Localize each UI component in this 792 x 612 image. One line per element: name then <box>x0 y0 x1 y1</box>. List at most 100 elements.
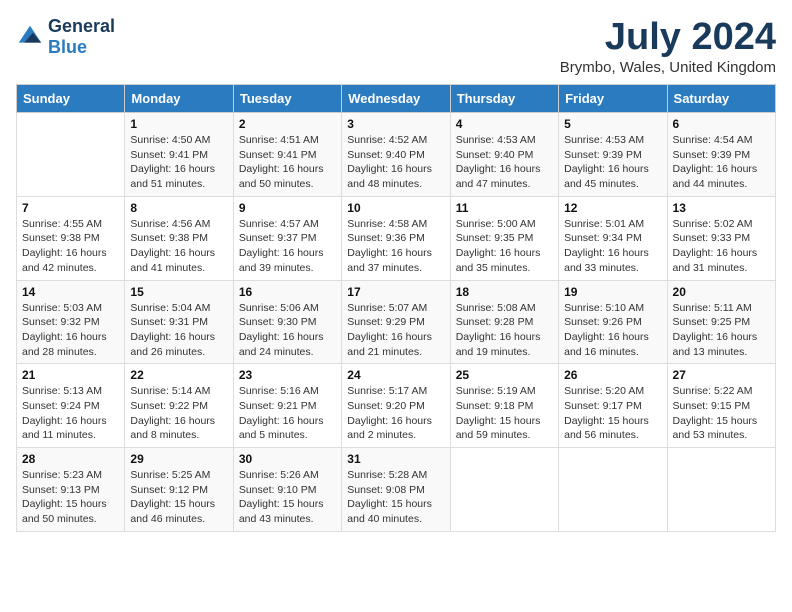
calendar-cell: 23 Sunrise: 5:16 AM Sunset: 9:21 PM Dayli… <box>233 364 341 448</box>
weekday-saturday: Saturday <box>667 85 775 113</box>
calendar-cell <box>17 113 125 197</box>
calendar-table: SundayMondayTuesdayWednesdayThursdayFrid… <box>16 84 776 532</box>
weekday-friday: Friday <box>559 85 667 113</box>
day-number: 2 <box>239 117 336 131</box>
weekday-header-row: SundayMondayTuesdayWednesdayThursdayFrid… <box>17 85 776 113</box>
weekday-wednesday: Wednesday <box>342 85 450 113</box>
calendar-cell: 2 Sunrise: 4:51 AM Sunset: 9:41 PM Daylig… <box>233 113 341 197</box>
calendar-cell: 20 Sunrise: 5:11 AM Sunset: 9:25 PM Dayli… <box>667 280 775 364</box>
day-number: 14 <box>22 285 119 299</box>
day-number: 21 <box>22 368 119 382</box>
day-number: 13 <box>673 201 770 215</box>
day-number: 16 <box>239 285 336 299</box>
day-number: 22 <box>130 368 227 382</box>
day-number: 25 <box>456 368 553 382</box>
day-number: 15 <box>130 285 227 299</box>
day-info: Sunrise: 5:16 AM Sunset: 9:21 PM Dayligh… <box>239 384 336 443</box>
logo-icon <box>16 23 44 51</box>
day-info: Sunrise: 5:06 AM Sunset: 9:30 PM Dayligh… <box>239 301 336 360</box>
calendar-week-row: 1 Sunrise: 4:50 AM Sunset: 9:41 PM Daylig… <box>17 113 776 197</box>
day-info: Sunrise: 5:14 AM Sunset: 9:22 PM Dayligh… <box>130 384 227 443</box>
calendar-cell: 18 Sunrise: 5:08 AM Sunset: 9:28 PM Dayli… <box>450 280 558 364</box>
day-info: Sunrise: 5:17 AM Sunset: 9:20 PM Dayligh… <box>347 384 444 443</box>
calendar-cell: 25 Sunrise: 5:19 AM Sunset: 9:18 PM Dayli… <box>450 364 558 448</box>
calendar-cell: 26 Sunrise: 5:20 AM Sunset: 9:17 PM Dayli… <box>559 364 667 448</box>
calendar-cell <box>667 448 775 532</box>
title-block: July 2024 Brymbo, Wales, United Kingdom <box>560 16 776 76</box>
day-info: Sunrise: 5:10 AM Sunset: 9:26 PM Dayligh… <box>564 301 661 360</box>
weekday-sunday: Sunday <box>17 85 125 113</box>
calendar-cell: 8 Sunrise: 4:56 AM Sunset: 9:38 PM Daylig… <box>125 196 233 280</box>
day-info: Sunrise: 5:22 AM Sunset: 9:15 PM Dayligh… <box>673 384 770 443</box>
day-number: 19 <box>564 285 661 299</box>
day-info: Sunrise: 5:08 AM Sunset: 9:28 PM Dayligh… <box>456 301 553 360</box>
day-info: Sunrise: 5:25 AM Sunset: 9:12 PM Dayligh… <box>130 468 227 527</box>
day-number: 3 <box>347 117 444 131</box>
calendar-cell: 31Sunrise: 5:28 AM Sunset: 9:08 PM Dayli… <box>342 448 450 532</box>
day-number: 30 <box>239 452 336 466</box>
day-number: 24 <box>347 368 444 382</box>
calendar-cell: 21 Sunrise: 5:13 AM Sunset: 9:24 PM Dayli… <box>17 364 125 448</box>
day-number: 12 <box>564 201 661 215</box>
calendar-cell: 13 Sunrise: 5:02 AM Sunset: 9:33 PM Dayli… <box>667 196 775 280</box>
month-title: July 2024 <box>560 16 776 59</box>
calendar-week-row: 7 Sunrise: 4:55 AM Sunset: 9:38 PM Daylig… <box>17 196 776 280</box>
day-info: Sunrise: 4:53 AM Sunset: 9:39 PM Dayligh… <box>564 133 661 192</box>
day-number: 28 <box>22 452 119 466</box>
day-info: Sunrise: 5:03 AM Sunset: 9:32 PM Dayligh… <box>22 301 119 360</box>
day-info: Sunrise: 5:04 AM Sunset: 9:31 PM Dayligh… <box>130 301 227 360</box>
day-info: Sunrise: 5:19 AM Sunset: 9:18 PM Dayligh… <box>456 384 553 443</box>
calendar-cell: 4Sunrise: 4:53 AM Sunset: 9:40 PM Daylig… <box>450 113 558 197</box>
calendar-cell: 12Sunrise: 5:01 AM Sunset: 9:34 PM Dayli… <box>559 196 667 280</box>
day-number: 26 <box>564 368 661 382</box>
calendar-week-row: 14 Sunrise: 5:03 AM Sunset: 9:32 PM Dayli… <box>17 280 776 364</box>
calendar-cell: 5Sunrise: 4:53 AM Sunset: 9:39 PM Daylig… <box>559 113 667 197</box>
day-number: 23 <box>239 368 336 382</box>
calendar-cell: 3Sunrise: 4:52 AM Sunset: 9:40 PM Daylig… <box>342 113 450 197</box>
logo: General Blue <box>16 16 115 58</box>
calendar-cell: 10 Sunrise: 4:58 AM Sunset: 9:36 PM Dayli… <box>342 196 450 280</box>
calendar-week-row: 21 Sunrise: 5:13 AM Sunset: 9:24 PM Dayli… <box>17 364 776 448</box>
day-number: 1 <box>130 117 227 131</box>
page-header: General Blue July 2024 Brymbo, Wales, Un… <box>16 16 776 76</box>
day-number: 17 <box>347 285 444 299</box>
day-number: 29 <box>130 452 227 466</box>
day-number: 27 <box>673 368 770 382</box>
calendar-cell: 14 Sunrise: 5:03 AM Sunset: 9:32 PM Dayli… <box>17 280 125 364</box>
calendar-cell <box>450 448 558 532</box>
calendar-cell: 22 Sunrise: 5:14 AM Sunset: 9:22 PM Dayli… <box>125 364 233 448</box>
calendar-cell: 7 Sunrise: 4:55 AM Sunset: 9:38 PM Daylig… <box>17 196 125 280</box>
day-info: Sunrise: 4:58 AM Sunset: 9:36 PM Dayligh… <box>347 217 444 276</box>
day-info: Sunrise: 5:02 AM Sunset: 9:33 PM Dayligh… <box>673 217 770 276</box>
weekday-thursday: Thursday <box>450 85 558 113</box>
day-info: Sunrise: 4:56 AM Sunset: 9:38 PM Dayligh… <box>130 217 227 276</box>
day-info: Sunrise: 5:23 AM Sunset: 9:13 PM Dayligh… <box>22 468 119 527</box>
day-number: 11 <box>456 201 553 215</box>
day-number: 18 <box>456 285 553 299</box>
day-number: 10 <box>347 201 444 215</box>
day-info: Sunrise: 5:07 AM Sunset: 9:29 PM Dayligh… <box>347 301 444 360</box>
calendar-cell: 30Sunrise: 5:26 AM Sunset: 9:10 PM Dayli… <box>233 448 341 532</box>
calendar-cell: 24 Sunrise: 5:17 AM Sunset: 9:20 PM Dayli… <box>342 364 450 448</box>
calendar-cell: 28 Sunrise: 5:23 AM Sunset: 9:13 PM Dayli… <box>17 448 125 532</box>
calendar-cell: 17 Sunrise: 5:07 AM Sunset: 9:29 PM Dayli… <box>342 280 450 364</box>
day-number: 20 <box>673 285 770 299</box>
day-info: Sunrise: 4:55 AM Sunset: 9:38 PM Dayligh… <box>22 217 119 276</box>
day-info: Sunrise: 4:54 AM Sunset: 9:39 PM Dayligh… <box>673 133 770 192</box>
logo-text: General Blue <box>48 16 115 58</box>
day-number: 8 <box>130 201 227 215</box>
day-info: Sunrise: 4:57 AM Sunset: 9:37 PM Dayligh… <box>239 217 336 276</box>
calendar-cell <box>559 448 667 532</box>
calendar-cell: 11 Sunrise: 5:00 AM Sunset: 9:35 PM Dayli… <box>450 196 558 280</box>
calendar-cell: 27 Sunrise: 5:22 AM Sunset: 9:15 PM Dayli… <box>667 364 775 448</box>
day-info: Sunrise: 4:50 AM Sunset: 9:41 PM Dayligh… <box>130 133 227 192</box>
day-info: Sunrise: 5:13 AM Sunset: 9:24 PM Dayligh… <box>22 384 119 443</box>
day-info: Sunrise: 5:00 AM Sunset: 9:35 PM Dayligh… <box>456 217 553 276</box>
weekday-tuesday: Tuesday <box>233 85 341 113</box>
day-info: Sunrise: 4:51 AM Sunset: 9:41 PM Dayligh… <box>239 133 336 192</box>
day-number: 31 <box>347 452 444 466</box>
day-info: Sunrise: 5:11 AM Sunset: 9:25 PM Dayligh… <box>673 301 770 360</box>
calendar-cell: 6Sunrise: 4:54 AM Sunset: 9:39 PM Daylig… <box>667 113 775 197</box>
day-info: Sunrise: 5:20 AM Sunset: 9:17 PM Dayligh… <box>564 384 661 443</box>
day-number: 7 <box>22 201 119 215</box>
